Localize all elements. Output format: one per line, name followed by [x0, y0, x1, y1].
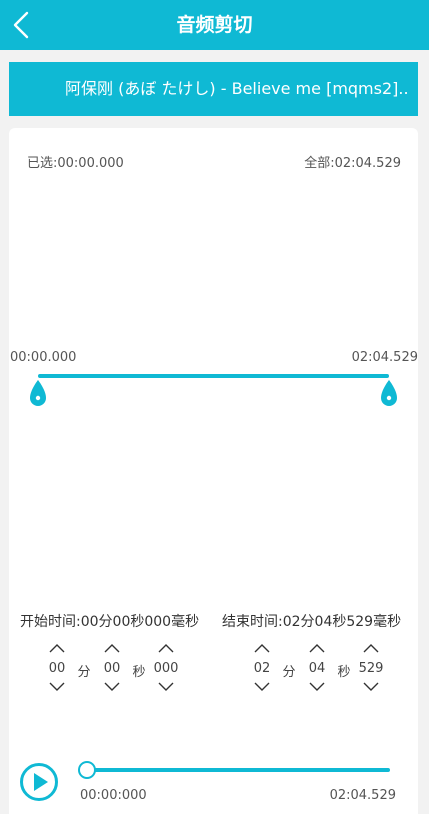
editor-card: [9, 128, 418, 814]
playback-progress-track[interactable]: [92, 768, 390, 772]
end-time-label: 结束时间:02分04秒529毫秒: [222, 614, 402, 630]
total-duration: 全部:02:04.529: [304, 156, 401, 171]
end-seconds-value[interactable]: 04: [302, 661, 332, 676]
start-seconds-down-icon[interactable]: [103, 682, 121, 692]
file-name: 阿保刚 (あぼ たけし) - Believe me [mqms2]....: [65, 79, 410, 98]
end-minutes-up-icon[interactable]: [253, 643, 271, 653]
range-start-label: 00:00.000: [10, 350, 77, 365]
start-time-label: 开始时间:00分00秒000毫秒: [20, 614, 200, 630]
playback-current-time: 00:00:000: [80, 788, 147, 803]
start-millis-value[interactable]: 000: [151, 661, 181, 676]
start-minutes-down-icon[interactable]: [48, 682, 66, 692]
end-seconds-unit: 秒: [337, 665, 351, 680]
app-header: 音频剪切: [0, 0, 429, 50]
end-seconds-down-icon[interactable]: [308, 682, 326, 692]
start-minutes-value[interactable]: 00: [42, 661, 72, 676]
end-minutes-value[interactable]: 02: [247, 661, 277, 676]
start-seconds-up-icon[interactable]: [103, 643, 121, 653]
playback-duration: 02:04.529: [329, 788, 396, 803]
play-button[interactable]: [19, 762, 59, 802]
file-name-bar: 阿保刚 (あぼ たけし) - Believe me [mqms2]....: [9, 62, 418, 116]
range-end-handle[interactable]: [379, 378, 399, 408]
end-seconds-up-icon[interactable]: [308, 643, 326, 653]
start-millis-down-icon[interactable]: [157, 682, 175, 692]
selected-duration: 已选:00:00.000: [27, 156, 124, 171]
playback-progress-knob[interactable]: [78, 761, 96, 779]
start-minutes-up-icon[interactable]: [48, 643, 66, 653]
end-minutes-unit: 分: [282, 665, 296, 680]
end-millis-down-icon[interactable]: [362, 682, 380, 692]
end-millis-value[interactable]: 529: [356, 661, 386, 676]
start-seconds-unit: 秒: [132, 665, 146, 680]
end-millis-up-icon[interactable]: [362, 643, 380, 653]
end-minutes-down-icon[interactable]: [253, 682, 271, 692]
range-start-handle[interactable]: [28, 378, 48, 408]
page-title: 音频剪切: [176, 14, 253, 36]
start-minutes-unit: 分: [77, 665, 91, 680]
range-end-label: 02:04.529: [351, 350, 418, 365]
start-seconds-value[interactable]: 00: [97, 661, 127, 676]
start-millis-up-icon[interactable]: [157, 643, 175, 653]
range-track[interactable]: [38, 374, 389, 378]
